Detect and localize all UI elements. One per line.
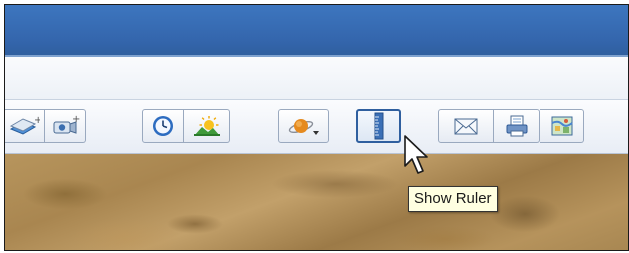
clock-icon <box>153 116 173 136</box>
camera-plus-icon: + <box>53 114 80 134</box>
add-tour-button[interactable]: + <box>45 109 86 143</box>
planet-icon <box>288 119 319 135</box>
show-ruler-button[interactable] <box>356 109 401 143</box>
email-button[interactable] <box>438 109 494 143</box>
printer-icon <box>506 115 527 137</box>
layer-plus-icon: + <box>9 115 40 135</box>
toolbar: + + <box>5 100 628 154</box>
arrow-cursor-icon <box>403 134 433 183</box>
add-placemark-button[interactable]: + <box>5 109 45 143</box>
map-icon <box>551 116 573 136</box>
ruler-icon <box>374 112 383 140</box>
title-bar[interactable] <box>5 5 628 55</box>
tooltip: Show Ruler <box>408 186 498 212</box>
envelope-icon <box>454 118 478 135</box>
menu-bar <box>5 57 628 100</box>
print-button[interactable] <box>494 109 540 143</box>
switch-planet-button[interactable] <box>278 109 329 143</box>
svg-text:+: + <box>34 115 40 126</box>
sunlight-button[interactable] <box>184 109 230 143</box>
sunrise-icon <box>193 116 220 136</box>
view-in-maps-button[interactable] <box>540 109 584 143</box>
svg-text:+: + <box>72 114 80 125</box>
app-window: + + <box>4 4 629 251</box>
tooltip-text: Show Ruler <box>414 190 492 207</box>
historical-imagery-button[interactable] <box>142 109 184 143</box>
satellite-map-view[interactable] <box>5 154 628 250</box>
